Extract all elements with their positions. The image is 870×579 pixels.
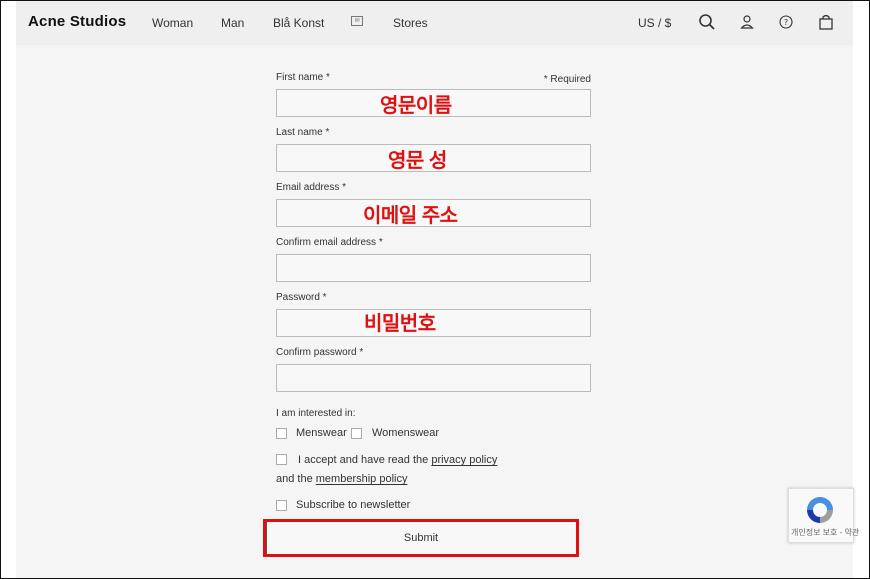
confirm-password-input[interactable] <box>276 364 591 392</box>
first-name-label: First name * <box>276 72 330 83</box>
last-name-label: Last name * <box>276 127 330 138</box>
bag-icon[interactable] <box>817 13 835 31</box>
first-name-annotation: 영문이름 <box>380 95 452 117</box>
womenswear-label: Womenswear <box>372 427 440 439</box>
email-annotation: 이메일 주소 <box>363 205 458 227</box>
svg-text:?: ? <box>784 18 788 27</box>
recaptcha-badge[interactable]: 개인정보 보호 - 약관 <box>788 488 859 543</box>
brand-logo[interactable]: Acne Studios <box>28 13 126 30</box>
accept-policy-text: I accept and have read the privacy polic… <box>298 454 497 466</box>
recaptcha-text[interactable]: 개인정보 보호 - 약관 <box>791 527 859 538</box>
newsletter-label: Subscribe to newsletter <box>296 499 411 511</box>
womenswear-checkbox[interactable] <box>351 428 362 439</box>
help-icon[interactable]: ? <box>777 13 795 31</box>
newsletter-checkbox[interactable] <box>276 500 287 511</box>
membership-policy-text: and the membership policy <box>276 473 407 485</box>
confirm-password-label: Confirm password * <box>276 347 364 358</box>
last-name-annotation: 영문 성 <box>388 150 447 172</box>
page: Acne Studios Woman Man Blå Konst ✉ Store… <box>16 1 853 578</box>
submit-button[interactable]: Submit <box>263 519 579 557</box>
interested-label: I am interested in: <box>276 408 356 419</box>
password-label: Password * <box>276 292 327 303</box>
accept-policy-checkbox[interactable] <box>276 454 287 465</box>
menswear-checkbox[interactable] <box>276 428 287 439</box>
password-annotation: 비밀번호 <box>364 313 436 335</box>
accept-text: I accept and have read the <box>298 454 429 466</box>
browser-frame: Acne Studios Woman Man Blå Konst ✉ Store… <box>0 0 870 579</box>
confirm-email-input[interactable] <box>276 254 591 282</box>
recaptcha-icon <box>807 497 833 523</box>
required-note: * Required <box>543 74 591 85</box>
and-the-text: and the <box>276 473 313 485</box>
privacy-policy-link[interactable]: privacy policy <box>431 454 497 466</box>
nav-link-stores[interactable]: Stores <box>393 16 428 30</box>
top-nav: Acne Studios Woman Man Blå Konst ✉ Store… <box>16 1 853 45</box>
nav-link-man[interactable]: Man <box>221 16 244 30</box>
mail-icon[interactable]: ✉ <box>351 16 363 26</box>
confirm-email-label: Confirm email address * <box>276 237 383 248</box>
search-icon[interactable] <box>698 13 716 31</box>
nav-link-woman[interactable]: Woman <box>152 16 193 30</box>
nav-link-bla-konst[interactable]: Blå Konst <box>273 16 324 30</box>
email-label: Email address * <box>276 182 347 193</box>
membership-policy-link[interactable]: membership policy <box>316 473 408 485</box>
account-icon[interactable] <box>738 13 756 31</box>
currency-selector[interactable]: US / $ <box>638 16 671 30</box>
menswear-label: Menswear <box>296 427 347 439</box>
